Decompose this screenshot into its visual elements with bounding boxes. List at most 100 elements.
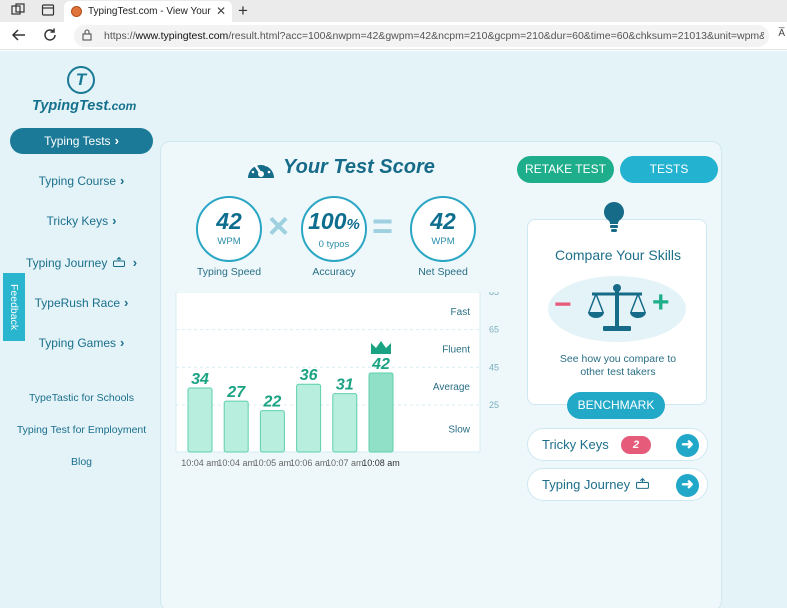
arrow-right-icon[interactable]: ➜ <box>676 434 699 457</box>
lightbulb-icon <box>599 200 629 234</box>
address-bar: https://www.typingtest.com/result.html?a… <box>0 22 787 50</box>
retake-test-button[interactable]: RETAKE TEST <box>517 156 614 183</box>
chart-bar <box>223 400 249 453</box>
logo-name: TypingTest <box>32 98 109 114</box>
band-label: Average <box>433 382 471 393</box>
bar-value-label: 27 <box>226 384 246 401</box>
band-label: Fast <box>451 307 471 318</box>
refresh-icon[interactable] <box>41 27 59 45</box>
keyboard-upload-icon <box>635 477 649 492</box>
bar-value-label: 36 <box>300 367 318 384</box>
net-speed-unit: WPM <box>431 236 455 247</box>
sidebar-item-label: Typing Games <box>38 336 117 350</box>
typing-speed-unit: WPM <box>217 236 241 247</box>
feedback-tab[interactable]: Feedback <box>3 273 25 341</box>
plus-icon: + <box>652 286 670 319</box>
tricky-keys-count-badge: 2 <box>621 436 651 454</box>
x-tick-label: 10:06 am <box>290 458 328 468</box>
accuracy-label: Accuracy <box>312 266 356 278</box>
y-tick-label: 65 <box>489 325 499 335</box>
back-arrow-icon[interactable] <box>10 27 28 45</box>
browser-tab-active[interactable]: TypingTest.com - View Your Typi ✕ <box>64 1 232 22</box>
typing-speed-label: Typing Speed <box>196 266 262 278</box>
chart-bar <box>368 372 394 453</box>
y-tick-label: 25 <box>489 400 499 410</box>
chevron-right-icon: › <box>132 255 138 270</box>
net-speed-value: 42 <box>430 208 456 234</box>
chevron-right-icon: › <box>124 295 129 310</box>
chevron-right-icon: › <box>112 213 117 228</box>
url-host: www.typingtest.com <box>135 30 229 42</box>
chevron-right-icon: › <box>120 335 125 350</box>
tab-title: TypingTest.com - View Your Typi <box>88 6 212 17</box>
balance-scale-icon <box>588 284 646 331</box>
x-tick-label: 10:07 am <box>326 458 364 468</box>
url-path: /result.html?acc=100&nwpm=42&gwpm=42&ncp… <box>228 30 764 42</box>
chart-bar <box>296 383 322 453</box>
speed-history-chart: 25 45 65 85 Slow Average Fluent Fast 34 10:04 am 2… <box>175 292 499 468</box>
browser-tab-bar: TypingTest.com - View Your Typi ✕ + <box>0 0 787 22</box>
y-tick-label: 85 <box>489 292 499 297</box>
bar-value-label: 22 <box>263 394 282 411</box>
sidebar-item-label: TypeRush Race <box>34 296 121 310</box>
multiply-icon: × <box>268 205 290 246</box>
logo-text: TypingTest.com <box>32 98 136 114</box>
tricky-keys-label: Tricky Keys <box>542 437 609 452</box>
page-title: Your Test Score <box>283 156 435 178</box>
accuracy-value: 100 <box>308 208 347 234</box>
scale-illustration: − + <box>548 276 686 342</box>
arrow-right-icon[interactable]: ➜ <box>676 474 699 497</box>
logo-mark-icon: T <box>67 66 95 94</box>
test-score-card: Your Test Score RETAKE TEST TESTS 42 WPM… <box>160 141 722 608</box>
tab-actions-icon[interactable] <box>40 3 56 19</box>
sidebar-item-typing-course[interactable]: Typing Course › <box>10 168 153 194</box>
url-prefix: https:// <box>104 30 136 42</box>
link-typing-test-employment[interactable]: Typing Test for Employment <box>0 424 163 436</box>
compare-skills-panel: Compare Your Skills − + See how you comp… <box>527 202 707 405</box>
x-tick-label: 10:04 am <box>217 458 255 468</box>
typing-journey-label: Typing Journey <box>542 477 631 492</box>
accuracy-typos: 0 typos <box>318 239 350 250</box>
tab-close-icon[interactable]: ✕ <box>216 4 226 18</box>
chart-bar <box>187 387 213 453</box>
x-tick-label: 10:08 am <box>362 458 400 468</box>
chevron-right-icon: › <box>120 173 125 188</box>
keyboard-upload-icon <box>112 251 125 277</box>
minus-icon: − <box>554 288 572 321</box>
sidebar-item-label: Typing Course <box>38 174 117 188</box>
x-tick-label: 10:04 am <box>181 458 219 468</box>
x-tick-label: 10:05 am <box>254 458 292 468</box>
read-aloud-icon[interactable]: A̅ <box>778 28 785 39</box>
link-typetastic-schools[interactable]: TypeTastic for Schools <box>0 392 163 404</box>
typing-journey-card[interactable]: Typing Journey ➜ <box>527 468 708 501</box>
typing-speed-value: 42 <box>216 208 242 234</box>
sidebar-item-typing-games[interactable]: Typing Games › <box>10 330 153 356</box>
bar-value-label: 42 <box>371 356 390 373</box>
typing-journey-label-wrap: Typing Journey <box>542 477 649 492</box>
chevron-right-icon: › <box>114 133 119 148</box>
site-logo[interactable]: T TypingTest.com <box>30 65 140 117</box>
chart-plot-area <box>175 292 481 453</box>
tests-button[interactable]: TESTS <box>620 156 718 183</box>
url-field[interactable]: https://www.typingtest.com/result.html?a… <box>74 25 769 47</box>
sidebar-item-label: Tricky Keys <box>46 214 109 228</box>
y-tick-label: 45 <box>489 362 499 372</box>
sidebar-item-typerush-race[interactable]: TypeRush Race › <box>10 290 153 316</box>
link-blog[interactable]: Blog <box>0 456 163 468</box>
typing-speed-circle: 42 WPM <box>196 196 262 262</box>
benchmark-button[interactable]: BENCHMARK <box>567 392 665 419</box>
sidebar-item-tricky-keys[interactable]: Tricky Keys › <box>10 208 153 234</box>
chart-bar <box>259 410 285 453</box>
speedometer-icon <box>245 154 277 182</box>
new-tab-icon[interactable]: + <box>238 1 248 20</box>
workspaces-icon[interactable] <box>10 3 26 19</box>
compare-description: See how you compare to other test takers <box>559 353 677 378</box>
lock-icon[interactable] <box>82 29 92 44</box>
sidebar-item-typing-journey[interactable]: Typing Journey › <box>10 250 153 276</box>
bar-value-label: 31 <box>336 377 354 394</box>
equals-icon: = <box>372 205 394 246</box>
sidebar-item-label: Typing Tests <box>44 134 111 148</box>
sidebar-item-typing-tests[interactable]: Typing Tests › <box>10 128 153 154</box>
tricky-keys-card[interactable]: Tricky Keys 2 ➜ <box>527 428 708 461</box>
band-label: Slow <box>448 424 470 435</box>
